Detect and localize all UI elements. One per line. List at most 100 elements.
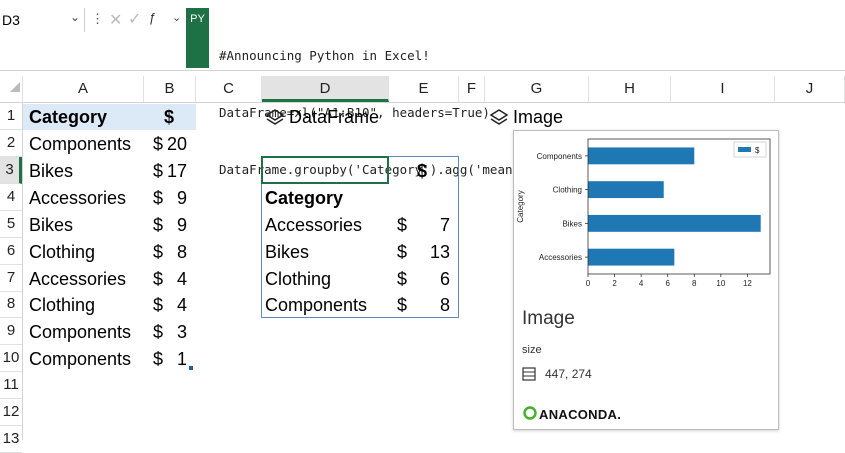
- anaconda-brand: ANACONDA.: [539, 407, 622, 422]
- category-cell[interactable]: Components: [29, 131, 131, 157]
- row-header-5[interactable]: 5: [0, 211, 22, 238]
- enter-check-icon[interactable]: ✓: [128, 9, 141, 29]
- fill-handle[interactable]: [189, 366, 193, 370]
- column-header-j[interactable]: J: [775, 76, 845, 102]
- x-tick-label: 4: [639, 279, 644, 288]
- row-header-divider: [22, 103, 23, 440]
- row-header-3[interactable]: 3: [0, 157, 22, 184]
- amount-cell[interactable]: 20: [159, 131, 187, 157]
- row-header-13[interactable]: 13: [0, 426, 22, 453]
- y-tick-label: Bikes: [562, 219, 582, 228]
- size-value: 447, 274: [545, 367, 592, 381]
- currency-symbol: $: [397, 295, 408, 315]
- row-header-10[interactable]: 10: [0, 345, 22, 372]
- y-tick-label: Accessories: [539, 253, 582, 262]
- stack-layers-icon[interactable]: [489, 108, 509, 128]
- column-header-e[interactable]: E: [389, 76, 459, 102]
- python-badge: PY: [186, 8, 209, 68]
- category-cell[interactable]: Accessories: [29, 266, 126, 292]
- y-axis-label: Category: [516, 190, 525, 222]
- table-icon: [522, 367, 536, 386]
- df-value-cell: 8: [439, 295, 450, 315]
- column-header-b[interactable]: B: [144, 76, 196, 102]
- category-cell[interactable]: Clothing: [29, 239, 95, 265]
- category-cell[interactable]: Bikes: [29, 212, 73, 238]
- amount-cell[interactable]: 4: [159, 292, 187, 318]
- dataframe-index-name: Category: [265, 188, 344, 208]
- row-header-6[interactable]: 6: [0, 238, 22, 265]
- dataframe-card-label[interactable]: DataFrame: [289, 104, 379, 130]
- image-card-label[interactable]: Image: [513, 104, 563, 130]
- amount-cell[interactable]: 9: [159, 185, 187, 211]
- amount-cell[interactable]: 1: [159, 346, 187, 372]
- y-tick-label: Components: [537, 152, 582, 161]
- category-cell[interactable]: Components: [29, 346, 131, 372]
- column-header-f[interactable]: F: [459, 76, 485, 102]
- y-tick-label: Clothing: [553, 186, 582, 195]
- stack-layers-icon[interactable]: [265, 108, 285, 128]
- amount-cell[interactable]: 17: [159, 158, 187, 184]
- x-tick-label: 12: [743, 279, 752, 288]
- amount-cell[interactable]: 8: [159, 239, 187, 265]
- dataframe-column-header: $: [417, 161, 428, 181]
- chart-bar: [588, 214, 761, 232]
- x-tick-label: 8: [692, 279, 697, 288]
- active-cell-d3[interactable]: [261, 156, 389, 184]
- x-tick-label: 6: [665, 279, 670, 288]
- select-all-triangle-icon[interactable]: [10, 82, 20, 92]
- x-tick-label: 2: [612, 279, 617, 288]
- bar-chart: Accessories Bikes Clothing Components 0 2 4 6 8 1…: [516, 138, 771, 288]
- column-headers: A B C D E F G H I J: [0, 76, 845, 103]
- df-category-cell: Components: [265, 295, 368, 315]
- row-header-1[interactable]: 1: [0, 103, 22, 130]
- row-header-4[interactable]: 4: [0, 184, 22, 211]
- row-header-8[interactable]: 8: [0, 291, 22, 318]
- row-header-12[interactable]: 12: [0, 399, 22, 426]
- category-cell[interactable]: Accessories: [29, 185, 126, 211]
- chart-bar: [588, 248, 675, 266]
- df-category-cell: Accessories: [265, 215, 363, 235]
- category-cell[interactable]: Components: [29, 319, 131, 345]
- category-cell[interactable]: Clothing: [29, 292, 95, 318]
- chart-bar: [588, 181, 664, 199]
- amount-cell[interactable]: 3: [159, 319, 187, 345]
- category-cell[interactable]: Bikes: [29, 158, 73, 184]
- column-header-i[interactable]: I: [671, 76, 775, 102]
- x-tick-label: 0: [586, 279, 591, 288]
- amount-cell[interactable]: 9: [159, 212, 187, 238]
- name-box-dropdown-icon[interactable]: ⌄: [70, 10, 80, 24]
- image-preview-card: Accessories Bikes Clothing Components 0 2 4 6 8 1…: [513, 130, 779, 430]
- row-header-11[interactable]: 11: [0, 372, 22, 399]
- column-header-a[interactable]: A: [23, 76, 144, 102]
- cancel-icon[interactable]: ✕: [109, 10, 122, 30]
- df-value-cell: 6: [439, 269, 450, 289]
- df-value-cell: 13: [429, 242, 450, 262]
- image-card-title: Image: [522, 308, 575, 329]
- size-label: size: [522, 344, 542, 356]
- column-header-g[interactable]: G: [485, 76, 589, 102]
- output-type-dropdown-icon[interactable]: ⌄: [172, 11, 181, 24]
- row-header-9[interactable]: 9: [0, 318, 22, 345]
- more-options-icon[interactable]: ⋮: [91, 11, 104, 27]
- column-header-c[interactable]: C: [196, 76, 262, 102]
- cell-b1[interactable]: $: [144, 104, 196, 130]
- row-header-7[interactable]: 7: [0, 265, 22, 292]
- formula-bar: D3 ⌄ ⋮ ✕ ✓ ƒ ⌄ PY #Announcing Python in …: [0, 0, 845, 177]
- formula-line: #Announcing Python in Excel!: [219, 48, 430, 63]
- amount-cell[interactable]: 4: [159, 266, 187, 292]
- currency-symbol: $: [397, 242, 408, 262]
- row-header-2[interactable]: 2: [0, 130, 22, 157]
- chart-bar: [588, 147, 695, 165]
- anaconda-logo-icon: [523, 406, 537, 425]
- df-category-cell: Clothing: [265, 269, 332, 289]
- currency-symbol: $: [397, 269, 408, 289]
- python-output-type-icon[interactable]: ƒ: [149, 10, 156, 25]
- cell-a1[interactable]: Category: [23, 104, 144, 130]
- column-header-d[interactable]: D: [262, 76, 389, 102]
- df-value-cell: 7: [439, 215, 450, 235]
- currency-symbol: $: [397, 215, 408, 235]
- legend-label: $: [755, 146, 760, 155]
- column-header-h[interactable]: H: [589, 76, 671, 102]
- x-tick-label: 10: [716, 279, 725, 288]
- legend-swatch: [738, 147, 751, 152]
